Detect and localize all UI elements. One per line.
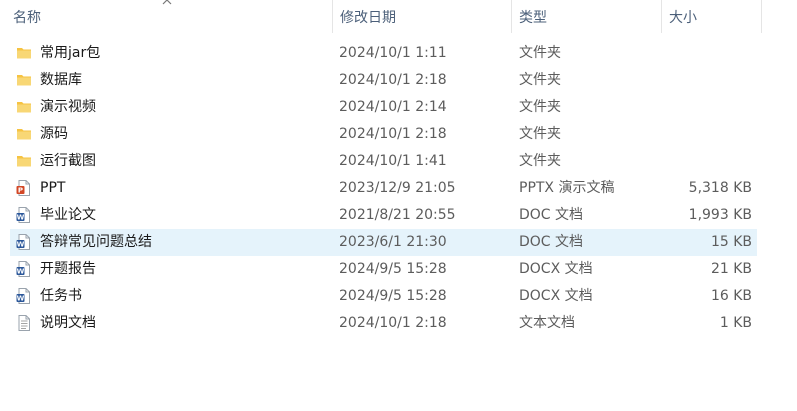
svg-text:W: W: [17, 295, 25, 303]
file-name: PPT: [40, 180, 66, 196]
file-row[interactable]: 数据库 2024/10/1 2:18 文件夹: [10, 67, 757, 94]
file-type: 文件夹: [519, 45, 561, 61]
column-header-name[interactable]: 名称: [6, 0, 332, 33]
file-type: 文件夹: [519, 126, 561, 142]
file-size: 1,993 KB: [688, 207, 752, 223]
docx-file-icon: W: [15, 287, 33, 305]
file-name: 演示视频: [40, 99, 96, 115]
file-row[interactable]: 演示视频 2024/10/1 2:14 文件夹: [10, 94, 757, 121]
doc-file-icon: W: [15, 233, 33, 251]
file-size: [650, 94, 752, 121]
file-name: 数据库: [40, 72, 82, 88]
file-size: [650, 148, 752, 175]
file-date-modified: 2024/9/5 15:28: [339, 288, 447, 304]
file-name: 毕业论文: [40, 207, 96, 223]
file-date-modified: 2024/10/1 2:18: [339, 126, 447, 142]
docx-file-icon: W: [15, 260, 33, 278]
text-file-icon: [15, 314, 33, 332]
svg-text:W: W: [17, 241, 25, 249]
file-explorer-details-view: 名称 修改日期 类型 大小 常用jar包 2024/10/1 1:11 文件夹 数据…: [0, 0, 797, 411]
file-row[interactable]: P PPT 2023/12/9 21:05 PPTX 演示文稿 5,318 KB: [10, 175, 757, 202]
file-row[interactable]: W 开题报告 2024/9/5 15:28 DOCX 文档 21 KB: [10, 256, 757, 283]
file-size: [650, 67, 752, 94]
file-date-modified: 2024/10/1 2:14: [339, 99, 447, 115]
svg-text:W: W: [17, 268, 25, 276]
file-type: DOCX 文档: [519, 261, 593, 277]
file-size: 21 KB: [710, 261, 752, 277]
file-type: PPTX 演示文稿: [519, 180, 615, 196]
file-row[interactable]: 常用jar包 2024/10/1 1:11 文件夹: [10, 40, 757, 67]
file-type: 文本文档: [519, 315, 575, 331]
file-size: 16 KB: [710, 288, 752, 304]
file-name: 开题报告: [40, 261, 96, 277]
file-row[interactable]: W 任务书 2024/9/5 15:28 DOCX 文档 16 KB: [10, 283, 757, 310]
file-type: DOC 文档: [519, 234, 584, 250]
file-type: 文件夹: [519, 72, 561, 88]
svg-text:W: W: [17, 214, 25, 222]
file-name: 运行截图: [40, 153, 96, 169]
file-name: 常用jar包: [40, 45, 101, 61]
column-header-size[interactable]: 大小: [661, 0, 762, 33]
file-date-modified: 2023/12/9 21:05: [339, 180, 456, 196]
file-date-modified: 2024/10/1 2:18: [339, 315, 447, 331]
file-row[interactable]: 源码 2024/10/1 2:18 文件夹: [10, 121, 757, 148]
column-header-type[interactable]: 类型: [511, 0, 661, 33]
file-type: 文件夹: [519, 99, 561, 115]
file-size: [650, 121, 752, 148]
doc-file-icon: W: [15, 206, 33, 224]
folder-icon: [15, 98, 33, 116]
file-date-modified: 2024/10/1 1:11: [339, 45, 447, 61]
file-size: 5,318 KB: [688, 180, 752, 196]
file-name: 任务书: [40, 288, 82, 304]
file-type: 文件夹: [519, 153, 561, 169]
file-name: 答辩常见问题总结: [40, 234, 152, 250]
folder-icon: [15, 44, 33, 62]
file-size: 1 KB: [719, 315, 752, 331]
folder-icon: [15, 125, 33, 143]
pptx-file-icon: P: [15, 179, 33, 197]
file-name: 源码: [40, 126, 68, 142]
file-row[interactable]: W 毕业论文 2021/8/21 20:55 DOC 文档 1,993 KB: [10, 202, 757, 229]
file-size: [650, 40, 752, 67]
file-date-modified: 2021/8/21 20:55: [339, 207, 456, 223]
file-row[interactable]: 运行截图 2024/10/1 1:41 文件夹: [10, 148, 757, 175]
column-header-bar: 名称 修改日期 类型 大小: [0, 0, 797, 33]
folder-icon: [15, 152, 33, 170]
svg-text:P: P: [18, 187, 23, 195]
file-size: 15 KB: [710, 234, 752, 250]
file-date-modified: 2024/10/1 1:41: [339, 153, 447, 169]
folder-icon: [15, 71, 33, 89]
file-row[interactable]: W 答辩常见问题总结 2023/6/1 21:30 DOC 文档 15 KB: [10, 229, 757, 256]
file-name: 说明文档: [40, 315, 96, 331]
file-row[interactable]: 说明文档 2024/10/1 2:18 文本文档 1 KB: [10, 310, 757, 337]
file-date-modified: 2024/10/1 2:18: [339, 72, 447, 88]
file-type: DOC 文档: [519, 207, 584, 223]
file-date-modified: 2023/6/1 21:30: [339, 234, 447, 250]
file-date-modified: 2024/9/5 15:28: [339, 261, 447, 277]
column-header-date-modified[interactable]: 修改日期: [332, 0, 511, 33]
file-type: DOCX 文档: [519, 288, 593, 304]
